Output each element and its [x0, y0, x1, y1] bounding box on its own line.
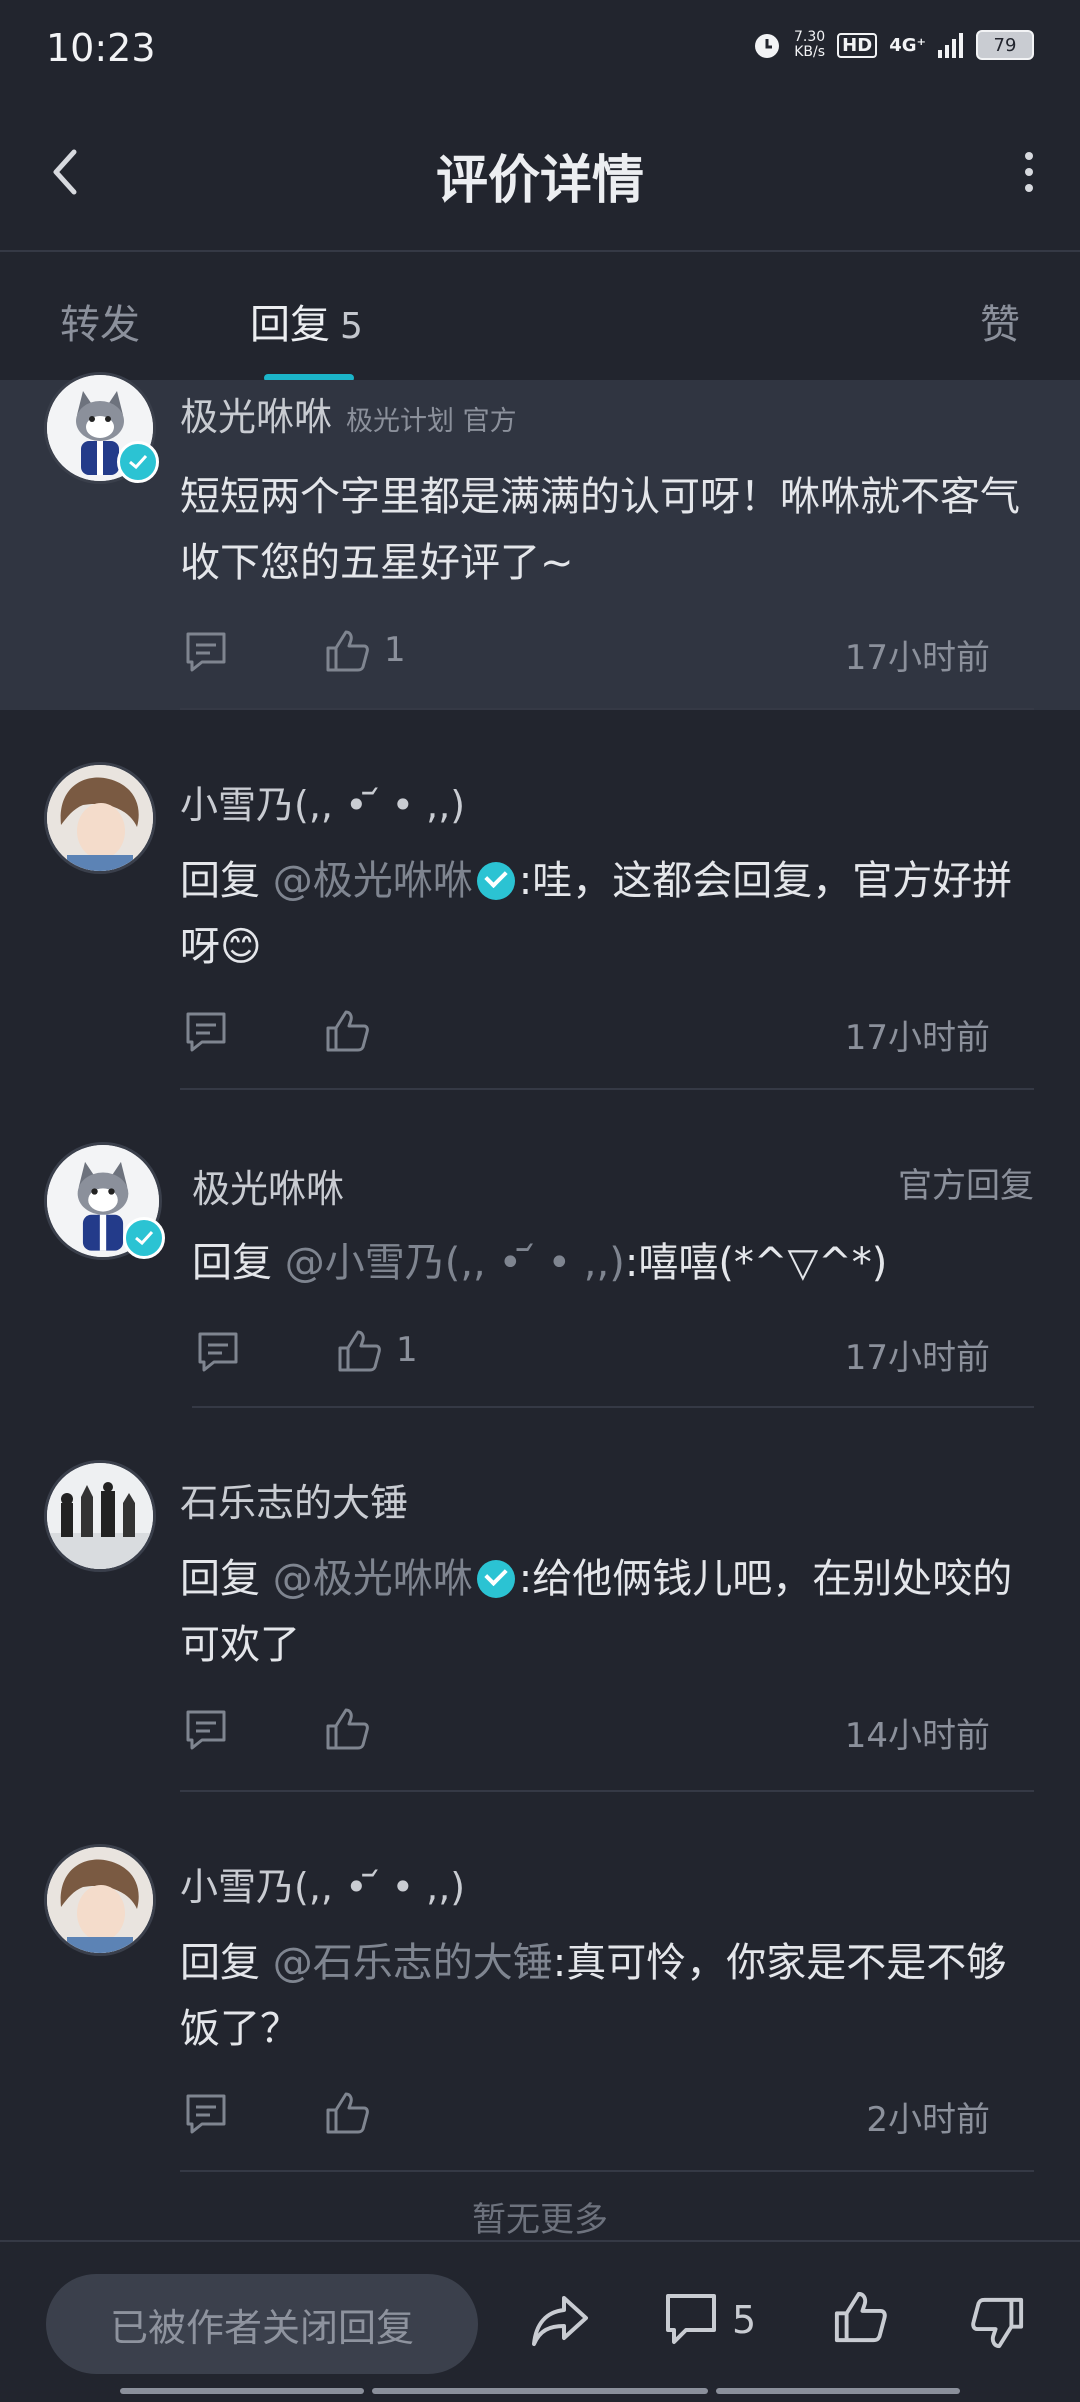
mention[interactable]: @极光咻咻 [273, 1556, 473, 1602]
official-reply-tag: 官方回复 [898, 1166, 1034, 1206]
comment-actions: 1 17小时前 [192, 1326, 1020, 1378]
comment-author[interactable]: 小雪乃(,, • ᷄ • ,,) [180, 774, 465, 829]
comment-item: 石乐志的大锤 回复 @极光咻咻:给他俩钱儿吧，在别处咬的可欢了 14小时前 [0, 1408, 1080, 1792]
comment-item: 极光咻咻 官方回复 回复 @小雪乃(,, • ᷄ • ,,):嘻嘻(*^▽^*)… [0, 1092, 1080, 1408]
thumbs-up-icon[interactable] [336, 1328, 382, 1374]
verified-icon [123, 1217, 165, 1259]
comment-author[interactable]: 石乐志的大锤 [180, 1472, 408, 1527]
nav-handle [120, 2388, 364, 2394]
avatar[interactable] [44, 372, 159, 484]
comment-time: 2小时前 [866, 2100, 990, 2140]
divider [180, 1088, 1034, 1090]
mention[interactable]: @石乐志的大锤 [273, 1940, 553, 1986]
verified-icon [476, 862, 515, 900]
author-meta: 极光计划 官方 [346, 406, 517, 437]
like-count: 1 [384, 630, 406, 670]
comment-text: 短短两个字里都是满满的认可呀！咻咻就不客气收下您的五星好评了~ [180, 474, 1020, 586]
tab-like[interactable]: 赞 [980, 292, 1020, 350]
thumbs-up-icon[interactable] [324, 1706, 370, 1752]
verified-icon [476, 1560, 515, 1598]
comment-time: 17小时前 [844, 1338, 990, 1378]
status-time: 10:23 [46, 26, 156, 70]
comment-actions: 14小时前 [180, 1704, 1020, 1756]
tab-bar: 转发 回复 5 赞 [0, 252, 1080, 382]
more-icon[interactable] [1014, 142, 1044, 202]
comment-author[interactable]: 小雪乃(,, • ᷄ • ,,) [180, 1856, 465, 1911]
reply-icon[interactable] [184, 1010, 228, 1054]
signal-bars-icon [938, 33, 963, 58]
reply-icon[interactable] [196, 1330, 240, 1374]
status-bar: 10:23 7.30 KB/s HD 4G⁺ 79 [0, 0, 1080, 100]
comment-icon[interactable] [664, 2292, 718, 2348]
thumbs-up-icon[interactable] [324, 2090, 370, 2136]
thumbs-up-icon[interactable] [832, 2288, 888, 2346]
like-count: 1 [396, 1330, 418, 1370]
comment-actions: 1 17小时前 [180, 626, 1020, 678]
status-icons: 7.30 KB/s HD 4G⁺ 79 [752, 30, 1034, 60]
reply-closed-box: 已被作者关闭回复 [46, 2274, 478, 2374]
comment-time: 17小时前 [844, 1018, 990, 1058]
comment-author[interactable]: 极光咻咻 极光计划 官方 [180, 386, 517, 441]
reply-icon[interactable] [184, 1708, 228, 1752]
comment-item: 小雪乃(,, • ᷄ • ,,) 回复 @石乐志的大锤:真可怜，你家是不是不够饭… [0, 1792, 1080, 2172]
comment-text: 回复 @极光咻咻:给他俩钱儿吧，在别处咬的可欢了 [180, 1556, 1013, 1668]
network-speed: 7.30 KB/s [794, 29, 826, 60]
bottom-bar: 已被作者关闭回复 5 [0, 2240, 1080, 2402]
thumbs-down-icon[interactable] [970, 2294, 1026, 2352]
battery-icon: 79 [976, 30, 1034, 60]
signal-4g-icon: 4G⁺ [889, 34, 926, 56]
share-icon[interactable] [530, 2292, 590, 2348]
tab-repost[interactable]: 转发 [60, 292, 140, 350]
tab-reply[interactable]: 回复 5 [250, 292, 363, 350]
avatar[interactable] [44, 1844, 156, 1956]
comment-item: 小雪乃(,, • ᷄ • ,,) 回复 @极光咻咻:哇，这都会回复，官方好拼呀😊… [0, 710, 1080, 1092]
header: 评价详情 [0, 100, 1080, 252]
comment-text: 回复 @极光咻咻:哇，这都会回复，官方好拼呀😊 [180, 858, 1013, 970]
avatar[interactable] [44, 762, 156, 874]
comment-actions: 2小时前 [180, 2088, 1020, 2140]
page-title: 评价详情 [435, 151, 644, 211]
thumbs-up-icon[interactable] [324, 628, 370, 674]
alarm-icon [755, 34, 779, 58]
comment-author[interactable]: 极光咻咻 [192, 1158, 344, 1213]
comment-time: 14小时前 [844, 1716, 990, 1756]
thumbs-up-icon[interactable] [324, 1008, 370, 1054]
nav-handle [716, 2388, 960, 2394]
reply-count: 5 [340, 306, 363, 347]
comment-list: 极光咻咻 极光计划 官方 短短两个字里都是满满的认可呀！咻咻就不客气收下您的五星好… [0, 372, 1080, 2252]
comment-time: 17小时前 [844, 638, 990, 678]
comment-text: 回复 @小雪乃(,, • ᷄ • ,,):嘻嘻(*^▽^*) [192, 1240, 888, 1286]
hd-icon: HD [837, 32, 878, 58]
comment-item: 极光咻咻 极光计划 官方 短短两个字里都是满满的认可呀！咻咻就不客气收下您的五星好… [0, 372, 1080, 710]
avatar[interactable] [44, 1460, 156, 1572]
verified-icon [117, 441, 159, 483]
nav-handle [372, 2388, 708, 2394]
mention[interactable]: @小雪乃(,, • ᷄ • ,,) [285, 1240, 625, 1286]
comment-actions: 17小时前 [180, 1006, 1020, 1058]
reply-icon[interactable] [184, 2092, 228, 2136]
avatar[interactable] [44, 1142, 165, 1260]
mention[interactable]: @极光咻咻 [273, 858, 473, 904]
reply-icon[interactable] [184, 630, 228, 674]
comment-text: 回复 @石乐志的大锤:真可怜，你家是不是不够饭了？ [180, 1940, 1007, 2052]
comment-count: 5 [732, 2298, 757, 2342]
